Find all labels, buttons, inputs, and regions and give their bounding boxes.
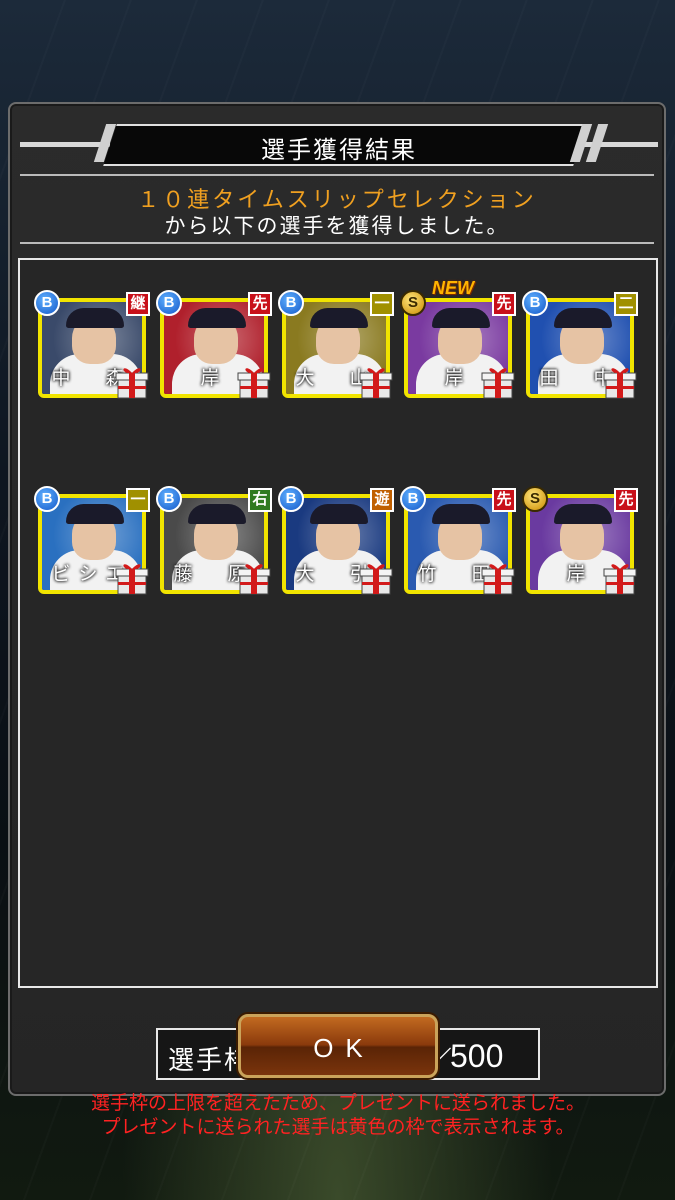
rank-badge-icon: B — [278, 486, 304, 512]
position-badge: 遊 — [370, 488, 394, 512]
position-badge: 一 — [370, 292, 394, 316]
player-cap — [66, 504, 124, 524]
gift-box-icon — [358, 364, 394, 400]
rank-badge-icon: B — [34, 290, 60, 316]
result-dialog: 選手獲得結果 １０連タイムスリップセレクション から以下の選手を獲得しました。 … — [8, 102, 666, 1138]
player-card[interactable]: 大 山B一 — [278, 290, 394, 400]
divider-bottom — [20, 242, 654, 244]
player-cap — [310, 308, 368, 328]
screen: { "dialog": { "title": "選手獲得結果", "subtit… — [0, 0, 675, 1200]
new-label: NEW — [432, 278, 474, 298]
position-badge: 一 — [126, 488, 150, 512]
gift-box-icon — [114, 364, 150, 400]
player-grid-panel: 中 森B継岸B先大 山 B 一岸 S 先 NEW 田 中 B 二ビシエ B 一藤 原B右大 引B遊竹… — [18, 258, 658, 1138]
ok-button-label: OK — [313, 1033, 375, 1063]
player-cap — [188, 308, 246, 328]
position-badge: 先 — [492, 488, 516, 512]
title-bar: 選手獲得結果 — [20, 124, 658, 166]
gift-box-icon — [358, 560, 394, 596]
capacity-max: 500 — [450, 1038, 504, 1074]
player-cap — [554, 308, 612, 328]
rank-badge-icon: S — [400, 290, 426, 316]
player-cap — [310, 504, 368, 524]
result-message: から以下の選手を獲得しました。 — [164, 215, 510, 238]
player-cap — [554, 504, 612, 524]
player-card[interactable]: ビシエ B 一 — [34, 486, 150, 596]
dialog-title: 選手獲得結果 — [261, 137, 417, 164]
gift-box-icon — [114, 560, 150, 596]
player-card[interactable]: 中 森B継 — [34, 290, 150, 400]
player-card[interactable]: 藤 原B右 — [156, 486, 272, 596]
rank-badge-icon: B — [156, 290, 182, 316]
rank-badge-icon: B — [34, 486, 60, 512]
position-badge: 右 — [248, 488, 272, 512]
rank-badge-icon: B — [278, 290, 304, 316]
player-card[interactable]: 田 中B二 — [522, 290, 638, 400]
gift-box-icon — [480, 364, 516, 400]
rank-badge-icon: S — [522, 486, 548, 512]
player-cap — [66, 308, 124, 328]
position-badge: 二 — [614, 292, 638, 316]
player-card[interactable]: 岸S先 — [522, 486, 638, 596]
position-badge: 先 — [614, 488, 638, 512]
rank-badge-icon: B — [400, 486, 426, 512]
gift-box-icon — [602, 364, 638, 400]
player-cap — [432, 504, 490, 524]
position-badge: 先 — [492, 292, 516, 316]
gift-box-icon — [480, 560, 516, 596]
position-badge: 継 — [126, 292, 150, 316]
player-card[interactable]: 岸 S 先 NEW — [400, 278, 516, 400]
ok-button[interactable]: OK — [238, 1014, 438, 1078]
divider-top — [20, 174, 654, 176]
gift-box-icon — [236, 560, 272, 596]
player-card[interactable]: 大 引B遊 — [278, 486, 394, 596]
rank-badge-icon: B — [156, 486, 182, 512]
player-cap — [188, 504, 246, 524]
rank-badge-icon: B — [522, 290, 548, 316]
gift-box-icon — [236, 364, 272, 400]
player-cap — [432, 308, 490, 328]
notice-line-2: プレゼントに送られた選手は黄色の枠で表示されます。 — [101, 1117, 575, 1138]
player-card[interactable]: 竹 田B先 — [400, 486, 516, 596]
position-badge: 先 — [248, 292, 272, 316]
gift-box-icon — [602, 560, 638, 596]
notice-line-1: 選手枠の上限を超えたため、プレゼントに送られました。 — [90, 1093, 585, 1114]
player-card[interactable]: 岸B先 — [156, 290, 272, 400]
